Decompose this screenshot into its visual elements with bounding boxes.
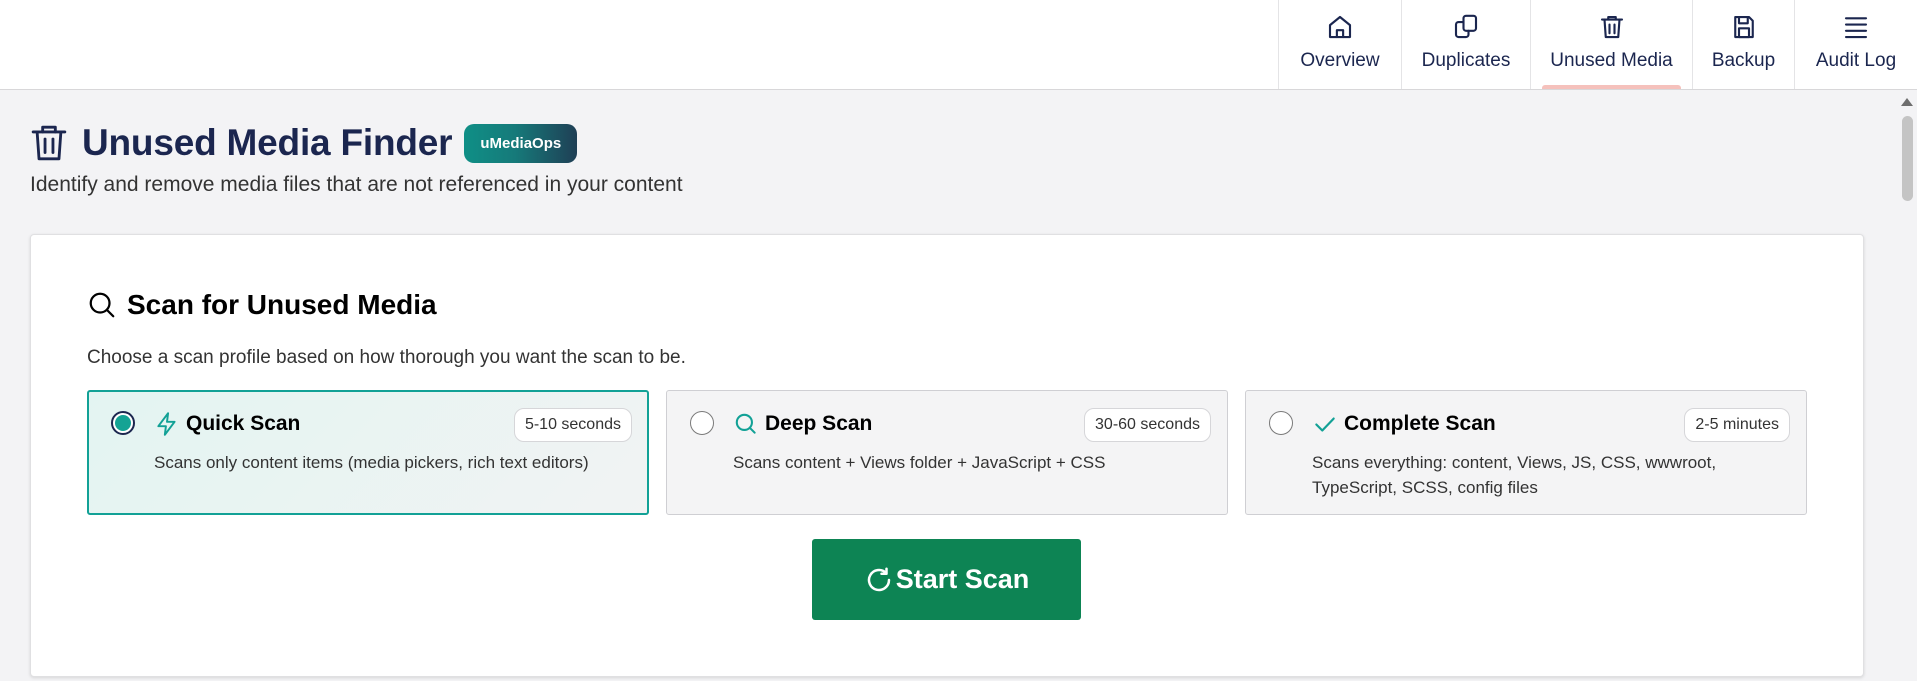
home-icon xyxy=(1325,12,1355,42)
tab-unused-media[interactable]: Unused Media xyxy=(1530,0,1692,89)
tab-label: Backup xyxy=(1711,50,1776,71)
trash-icon xyxy=(1597,12,1627,42)
tab-overview[interactable]: Overview xyxy=(1278,0,1401,89)
top-navigation: Overview Duplicates Unused Media Backup … xyxy=(0,0,1917,90)
radio-quick-scan[interactable] xyxy=(111,411,135,435)
title-row: Unused Media Finder uMediaOps xyxy=(30,118,683,168)
start-scan-label: Start Scan xyxy=(895,564,1030,594)
duration-badge: 30-60 seconds xyxy=(1084,408,1211,442)
option-header: Deep Scan xyxy=(733,411,872,437)
scan-option-quick[interactable]: Quick Scan 5-10 seconds Scans only conte… xyxy=(87,390,649,515)
start-scan-button[interactable]: Start Scan xyxy=(812,539,1081,620)
scan-card: Scan for Unused Media Choose a scan prof… xyxy=(30,234,1864,677)
option-description: Scans only content items (media pickers,… xyxy=(154,453,589,472)
search-icon xyxy=(87,290,117,320)
refresh-icon xyxy=(864,565,894,595)
search-icon xyxy=(733,411,759,437)
tab-audit-log[interactable]: Audit Log xyxy=(1794,0,1917,89)
scroll-up-arrow-icon[interactable] xyxy=(1901,98,1913,106)
option-header: Complete Scan xyxy=(1312,411,1496,437)
tab-label: Audit Log xyxy=(1815,50,1897,71)
page-header: Unused Media Finder uMediaOps Identify a… xyxy=(30,118,683,197)
tab-label: Duplicates xyxy=(1421,50,1511,71)
duration-badge: 5-10 seconds xyxy=(513,408,632,442)
option-description: Scans everything: content, Views, JS, CS… xyxy=(1312,453,1717,497)
vertical-scrollbar[interactable] xyxy=(1897,90,1917,681)
tab-label: Unused Media xyxy=(1550,50,1673,71)
tab-duplicates[interactable]: Duplicates xyxy=(1401,0,1530,89)
page-subtitle: Identify and remove media files that are… xyxy=(30,173,683,196)
radio-complete-scan[interactable] xyxy=(1269,411,1293,435)
brand-badge: uMediaOps xyxy=(464,123,578,163)
option-title: Quick Scan xyxy=(186,412,301,435)
scan-profile-options: Quick Scan 5-10 seconds Scans only conte… xyxy=(87,390,1807,515)
option-title: Complete Scan xyxy=(1344,412,1496,435)
tab-backup[interactable]: Backup xyxy=(1692,0,1794,89)
check-icon xyxy=(1312,411,1338,437)
section-description: Choose a scan profile based on how thoro… xyxy=(87,347,686,368)
page-title: Unused Media Finder xyxy=(82,122,453,163)
duration-badge: 2-5 minutes xyxy=(1684,408,1790,442)
scroll-thumb[interactable] xyxy=(1902,116,1913,201)
trash-icon xyxy=(30,122,68,164)
section-title: Scan for Unused Media xyxy=(127,289,437,320)
copy-icon xyxy=(1451,12,1481,42)
radio-deep-scan[interactable] xyxy=(690,411,714,435)
option-title: Deep Scan xyxy=(765,412,873,435)
option-header: Quick Scan xyxy=(154,411,300,437)
tab-label: Overview xyxy=(1300,50,1380,71)
nav-tabs: Overview Duplicates Unused Media Backup … xyxy=(1278,0,1917,89)
scan-option-deep[interactable]: Deep Scan 30-60 seconds Scans content + … xyxy=(666,390,1228,515)
option-description: Scans content + Views folder + JavaScrip… xyxy=(733,453,1106,472)
save-icon xyxy=(1729,12,1759,42)
section-title-row: Scan for Unused Media xyxy=(87,289,437,321)
lightning-icon xyxy=(154,411,180,437)
scan-option-complete[interactable]: Complete Scan 2-5 minutes Scans everythi… xyxy=(1245,390,1807,515)
menu-icon xyxy=(1841,12,1871,42)
